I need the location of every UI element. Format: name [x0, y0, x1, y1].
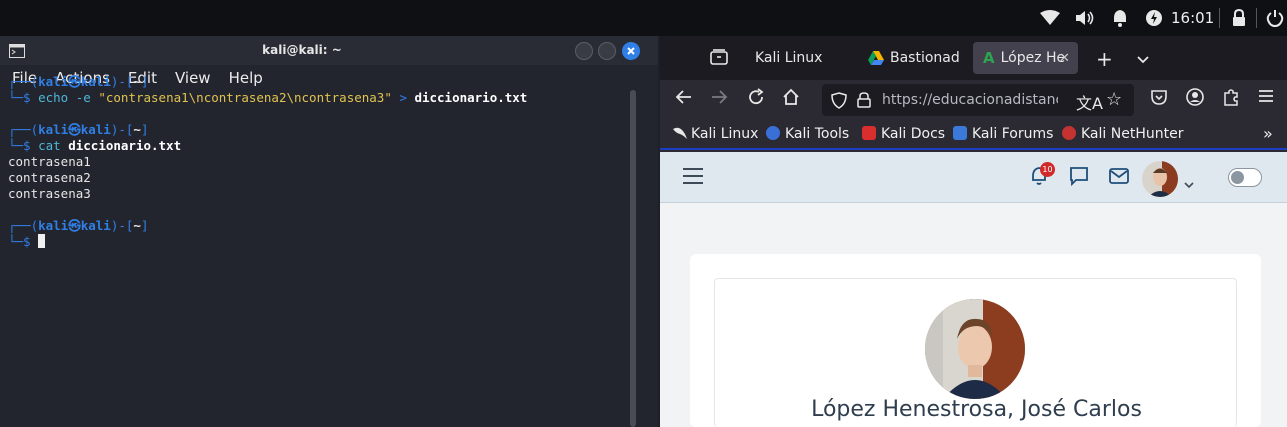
command-line: └─$ cat diccionario.txt — [8, 138, 182, 153]
moodle-icon: A — [983, 49, 995, 67]
clock[interactable]: 16:01 — [1171, 0, 1214, 36]
top-panel: 16:01 — [0, 0, 1287, 36]
bookmark-kali-docs[interactable]: Kali Docs — [862, 126, 945, 142]
output-line: contrasena3 — [8, 186, 91, 201]
kali-docs-icon — [862, 126, 876, 140]
messages-icon[interactable] — [1069, 166, 1089, 190]
kali-forums-icon — [953, 126, 967, 140]
site-header: 10 — [660, 152, 1287, 203]
extensions-icon[interactable] — [1222, 88, 1240, 112]
command-line: └─$ — [8, 234, 527, 250]
app-menu-icon[interactable] — [1258, 88, 1274, 110]
bookmarks-toolbar: Kali Linux Kali Tools Kali Docs Kali For… — [660, 120, 1287, 150]
bookmark-kali-tools[interactable]: Kali Tools — [766, 126, 849, 142]
mail-icon[interactable] — [1109, 168, 1129, 188]
volume-icon[interactable] — [1075, 0, 1095, 36]
kali-dragon-icon — [672, 126, 687, 140]
tab-close-icon[interactable]: ✕ — [1059, 51, 1070, 66]
wifi-icon[interactable] — [1040, 0, 1060, 36]
panel-separator — [1219, 8, 1220, 28]
tab-label: López He — [1000, 50, 1066, 66]
close-icon — [627, 47, 635, 55]
profile-card-body: López Henestrosa, José Carlos — [714, 278, 1237, 427]
pocket-icon[interactable] — [1150, 88, 1168, 112]
profile-picture — [925, 299, 1025, 399]
url-text[interactable]: https://educacionadistancia — [882, 92, 1058, 108]
minimize-button[interactable] — [575, 42, 593, 60]
terminal-title: kali@kali: ~ — [262, 43, 342, 57]
reload-icon[interactable] — [747, 88, 765, 112]
output-line: contrasena1 — [8, 154, 91, 169]
close-button[interactable] — [622, 42, 640, 60]
tab-bastionado[interactable]: Bastionad — [858, 42, 960, 74]
account-icon[interactable] — [1186, 88, 1204, 112]
tab-label: Kali Linux — [755, 50, 823, 66]
notification-count-badge: 10 — [1040, 162, 1055, 177]
chevron-down-icon[interactable] — [1184, 174, 1194, 193]
prompt-line: ┌──(kali㉿kali)-[~] — [8, 218, 149, 233]
terminal-titlebar[interactable]: kali@kali: ~ — [0, 36, 658, 65]
profile-name: López Henestrosa, José Carlos — [811, 397, 1142, 422]
firefox-view-icon[interactable] — [710, 49, 728, 69]
text-cursor — [38, 234, 46, 248]
profile-card: López Henestrosa, José Carlos — [690, 254, 1261, 427]
panel-separator — [1256, 8, 1257, 28]
tab-lopez-active[interactable]: A López He ✕ — [973, 42, 1078, 74]
browser-window: Kali Linux Bastionad A López He ✕ + http… — [660, 36, 1287, 427]
prompt-line: ┌──(kali㉿kali)-[~] — [8, 122, 149, 137]
home-icon[interactable] — [782, 88, 800, 112]
kali-nethunter-icon — [1062, 126, 1076, 140]
lock-icon[interactable] — [1231, 0, 1247, 36]
bookmark-kali-nethunter[interactable]: Kali NetHunter — [1062, 126, 1183, 142]
terminal-output[interactable]: ┌──(kali㉿kali)-[~] └─$ echo -e "contrasen… — [8, 74, 527, 250]
tab-label: Bastionad — [890, 50, 960, 66]
notifications-icon[interactable] — [1112, 0, 1128, 36]
bookmark-star-icon[interactable]: ☆ — [1106, 89, 1122, 110]
tab-list-chevron-icon[interactable] — [1136, 50, 1150, 69]
back-icon[interactable] — [675, 88, 693, 112]
translate-icon[interactable]: 文A — [1076, 90, 1103, 114]
tab-kali-linux[interactable]: Kali Linux — [745, 42, 822, 74]
bookmark-kali-linux[interactable]: Kali Linux — [672, 126, 758, 142]
command-line: └─$ echo -e "contrasena1\ncontrasena2\nc… — [8, 90, 528, 105]
prompt-line: ┌──(kali㉿kali)-[~] — [8, 74, 149, 89]
power-icon[interactable] — [1266, 0, 1284, 36]
more-bookmarks-chevron-icon[interactable]: » — [1263, 124, 1273, 143]
power-manager-icon[interactable] — [1145, 0, 1163, 36]
avatar[interactable] — [1142, 161, 1178, 197]
edit-mode-toggle[interactable] — [1228, 168, 1262, 187]
maximize-button[interactable] — [598, 42, 616, 60]
tab-strip: Kali Linux Bastionad A López He ✕ + — [660, 36, 1287, 80]
lock-icon[interactable] — [857, 92, 871, 112]
tracking-shield-icon[interactable] — [831, 92, 847, 113]
bookmark-kali-forums[interactable]: Kali Forums — [953, 126, 1053, 142]
output-line: contrasena2 — [8, 170, 91, 185]
web-page: 10 López Henestrosa, José Carlos — [660, 152, 1287, 427]
forward-icon[interactable] — [710, 88, 728, 112]
new-tab-button[interactable]: + — [1096, 47, 1113, 71]
google-drive-icon — [868, 51, 884, 65]
hamburger-menu-icon[interactable] — [682, 167, 704, 189]
navigation-toolbar: https://educacionadistancia 文A ☆ — [660, 80, 1287, 120]
kali-tools-icon — [766, 126, 780, 140]
terminal-scrollbar[interactable] — [630, 90, 636, 427]
url-bar[interactable]: https://educacionadistancia 文A ☆ — [822, 84, 1134, 116]
